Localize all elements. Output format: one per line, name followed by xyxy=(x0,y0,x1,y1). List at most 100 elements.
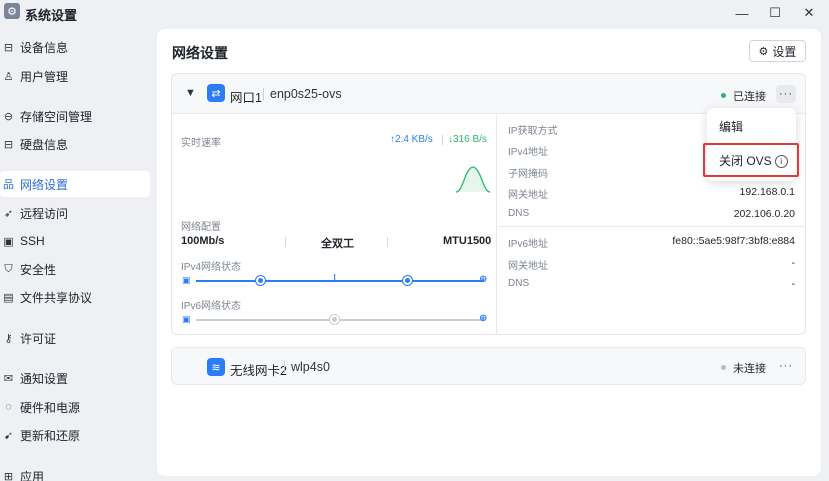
gateway-value: 192.168.0.1 xyxy=(739,186,795,198)
ip-method-label: IP获取方式 xyxy=(508,126,558,137)
sidebar-item-storage[interactable]: ⊖ 存储空间管理 xyxy=(0,103,150,129)
status-badge: 已连接 xyxy=(733,91,766,103)
upload-rate: ↑2.4 KB/s xyxy=(390,134,433,145)
menu-item-edit[interactable]: 编辑 xyxy=(719,118,743,135)
ipv6-connection-line xyxy=(196,319,484,321)
ipv6-state-label: IPv6网络状态 xyxy=(181,301,242,312)
sidebar-item-update-restore[interactable]: ➹ 更新和还原 xyxy=(0,422,150,448)
rocket-icon: ➹ xyxy=(3,429,14,442)
interface-card-wifi[interactable]: ≋ 无线网卡2 wlp4s0 未连接 ··· xyxy=(171,347,806,385)
maximize-button[interactable]: ☐ xyxy=(766,4,784,22)
dns-label: DNS xyxy=(508,208,530,219)
host-icon: ▣ xyxy=(182,275,191,285)
gateway6-label: 网关地址 xyxy=(508,261,548,272)
sidebar-item-label: 文件共享协议 xyxy=(20,290,93,305)
sidebar-item-security[interactable]: ⛉ 安全性 xyxy=(0,256,150,282)
router-icon: ⊥ xyxy=(330,273,340,284)
ipv4-node xyxy=(256,276,265,285)
divider xyxy=(285,237,286,247)
interface-device: enp0s25-ovs xyxy=(270,87,342,101)
mask-label: 子网掩码 xyxy=(508,169,548,180)
mail-icon: ✉ xyxy=(3,372,14,385)
sidebar-item-apps[interactable]: ⊞ 应用 xyxy=(0,463,150,481)
sidebar-item-notifications[interactable]: ✉ 通知设置 xyxy=(0,365,150,391)
download-rate: ↓316 B/s xyxy=(448,134,487,145)
sidebar-item-label: 应用 xyxy=(20,469,45,481)
dns-value: 202.106.0.20 xyxy=(733,208,795,220)
sidebar-item-label: 硬件和电源 xyxy=(20,400,81,415)
interface-name: 无线网卡2 xyxy=(230,364,287,378)
mtu-value: MTU1500 xyxy=(443,235,492,247)
realtime-rate-label: 实时速率 xyxy=(181,138,221,149)
sidebar-item-label: 网络设置 xyxy=(20,177,69,192)
status-badge: 未连接 xyxy=(733,363,766,375)
gateway-label: 网关地址 xyxy=(508,190,548,201)
ipv4-node xyxy=(403,276,412,285)
divider xyxy=(263,88,264,100)
sidebar-item-ssh[interactable]: ▣ SSH xyxy=(0,228,150,254)
sidebar-item-file-share[interactable]: ▤ 文件共享协议 xyxy=(0,284,150,310)
ipv4-state-label: IPv4网络状态 xyxy=(181,262,242,273)
divider xyxy=(284,361,285,373)
shield-icon: ⛉ xyxy=(4,262,13,275)
apps-icon: ⊞ xyxy=(3,470,14,481)
dns6-value: - xyxy=(791,278,796,290)
sidebar-item-label: 更新和还原 xyxy=(20,428,81,443)
storage-icon: ⊖ xyxy=(3,110,14,123)
ipv6-value: fe80::5ae5:98f7:3bf8:e884 xyxy=(672,235,795,247)
sidebar-item-label: 设备信息 xyxy=(20,40,69,55)
ipv6-label: IPv6地址 xyxy=(508,239,549,250)
ipv6-node xyxy=(330,315,339,324)
minimize-button[interactable]: — xyxy=(733,4,751,22)
more-button[interactable]: ··· xyxy=(776,357,796,375)
network-icon: 品 xyxy=(3,179,14,191)
sidebar-item-license[interactable]: ⚷ 许可证 xyxy=(0,325,150,351)
divider xyxy=(387,237,388,247)
traffic-panel: 实时速率 ↑2.4 KB/s ↓316 B/s 网络配置 100Mb/s 全双工… xyxy=(172,115,497,334)
window-title: 系统设置 xyxy=(25,8,78,23)
sidebar-item-network[interactable]: 品网络设置 xyxy=(0,171,150,197)
globe-icon: ⊕ xyxy=(479,313,488,324)
interface-name: 网口1 xyxy=(230,91,262,105)
sidebar-item-users[interactable]: ♙ 用户管理 xyxy=(0,63,150,89)
sidebar-item-label: 远程访问 xyxy=(20,206,69,221)
duplex-mode: 全双工 xyxy=(321,238,354,250)
sidebar-item-label: 安全性 xyxy=(20,262,57,277)
settings-button[interactable]: ⚙ 设置 xyxy=(749,40,806,62)
terminal-icon: ▣ xyxy=(3,235,14,248)
settings-button-label: 设置 xyxy=(772,44,797,59)
traffic-sparkline xyxy=(455,166,491,193)
disk-icon: ⊟ xyxy=(3,138,14,151)
main-panel: 网络设置 ⚙ 设置 ▼ ⇄ 网口1 enp0s25-ovs 已连接 ··· 实时… xyxy=(157,29,821,476)
network-config-label: 网络配置 xyxy=(181,222,221,233)
ipv4-connection-line xyxy=(196,280,484,282)
sidebar-item-hardware-power[interactable]: ◌ 硬件和电源 xyxy=(0,394,150,420)
sidebar-item-remote-access[interactable]: ➶ 远程访问 xyxy=(0,200,150,226)
hardware-icon: ◌ xyxy=(5,401,12,413)
sidebar: ⊟ 设备信息 ♙ 用户管理 ⊖ 存储空间管理 ⊟ 硬盘信息 品网络设置 ➶ 远程访问 ▣ S… xyxy=(0,30,156,481)
file-share-icon: ▤ xyxy=(3,291,14,304)
key-icon: ⚷ xyxy=(4,332,13,345)
dns6-label: DNS xyxy=(508,278,530,289)
sidebar-item-label: 硬盘信息 xyxy=(20,137,69,152)
chevron-down-icon[interactable]: ▼ xyxy=(185,87,196,99)
sidebar-item-device-info[interactable]: ⊟ 设备信息 xyxy=(0,34,150,60)
status-dot xyxy=(721,365,726,370)
globe-icon: ⊕ xyxy=(479,274,488,285)
page-title: 网络设置 xyxy=(172,45,228,61)
sidebar-item-label: 许可证 xyxy=(20,331,57,346)
close-button[interactable]: ✕ xyxy=(800,4,818,22)
sidebar-item-label: 通知设置 xyxy=(20,371,69,386)
remote-access-icon: ➶ xyxy=(3,207,14,220)
title-bar: ⚙ 系统设置 — ☐ ✕ xyxy=(0,0,829,26)
sidebar-item-disk-info[interactable]: ⊟ 硬盘信息 xyxy=(0,131,150,157)
user-icon: ♙ xyxy=(3,70,14,83)
gear-icon: ⚙ xyxy=(758,45,769,58)
device-info-icon: ⊟ xyxy=(3,41,14,54)
divider xyxy=(442,135,443,145)
status-dot xyxy=(721,93,726,98)
host-icon: ▣ xyxy=(182,314,191,324)
sidebar-item-label: 存储空间管理 xyxy=(20,109,93,124)
ethernet-icon: ⇄ xyxy=(207,84,225,102)
more-button[interactable]: ··· xyxy=(776,85,796,103)
